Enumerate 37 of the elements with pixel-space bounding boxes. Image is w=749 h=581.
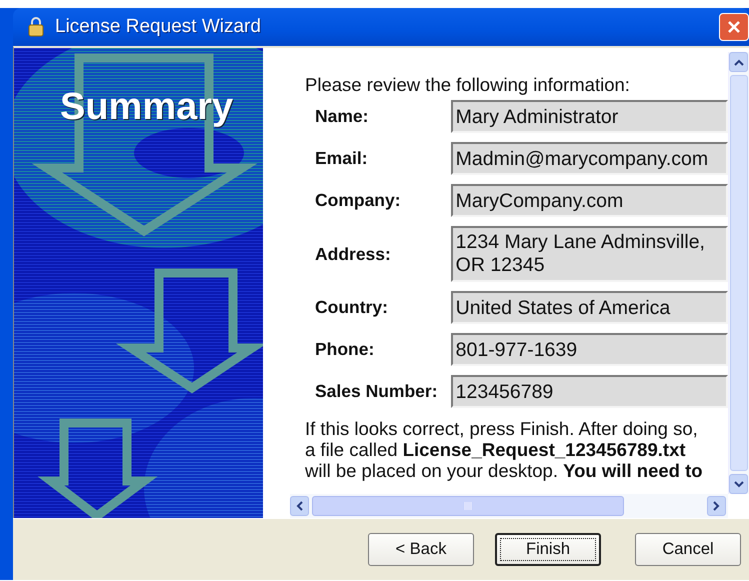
scroll-down-button[interactable] [729,474,748,494]
close-icon [726,19,742,35]
horizontal-scrollbar[interactable] [290,494,728,518]
value-field[interactable]: MaryCompany.com [450,184,728,217]
field-label: Name: [314,106,370,127]
window-title: License Request Wizard [55,16,262,38]
field-label: Address: [314,244,392,264]
vertical-scrollbar[interactable] [728,52,749,494]
field-label: Country: [314,297,389,318]
chevron-left-icon [296,501,303,511]
chevron-down-icon [734,480,744,488]
value-field[interactable]: 123456789 [450,375,728,408]
scrollbar-thumb[interactable] [312,496,624,516]
intro-text: Please review the following information: [305,74,631,96]
scroll-up-button[interactable] [729,52,748,72]
wizard-button[interactable]: Cancel [635,533,741,566]
padlock-icon [27,16,45,38]
scrollbar-thumb[interactable] [730,75,748,471]
value-field[interactable]: Mary Administrator [450,100,728,133]
message-text: If this looks correct, press Finish. After doing so, a file called License_Request_123456789.txt will be placed on your desktop. You will need to [305,418,704,481]
chevron-right-icon [713,501,720,511]
close-button[interactable] [719,13,749,41]
wizard-button[interactable]: < Back [368,533,474,566]
scroll-left-button[interactable] [290,496,309,516]
field-label: Phone: [314,339,376,360]
chevron-up-icon [734,58,744,66]
value-field[interactable]: United States of America [450,291,728,324]
value-field[interactable]: 801-977-1639 [450,333,728,366]
field-label: Email: [314,148,369,169]
wizard-button[interactable]: Finish [495,533,601,566]
field-label: Company: [314,190,402,211]
value-field[interactable]: Madmin@marycompany.com [450,142,728,175]
field-label: Sales Number: [314,381,439,402]
banner-title: Summary [60,86,234,129]
grip-icon [464,502,472,510]
address-field[interactable]: 1234 Mary Lane Adminsville, OR 12345 [450,226,728,282]
scroll-right-button[interactable] [707,496,726,516]
